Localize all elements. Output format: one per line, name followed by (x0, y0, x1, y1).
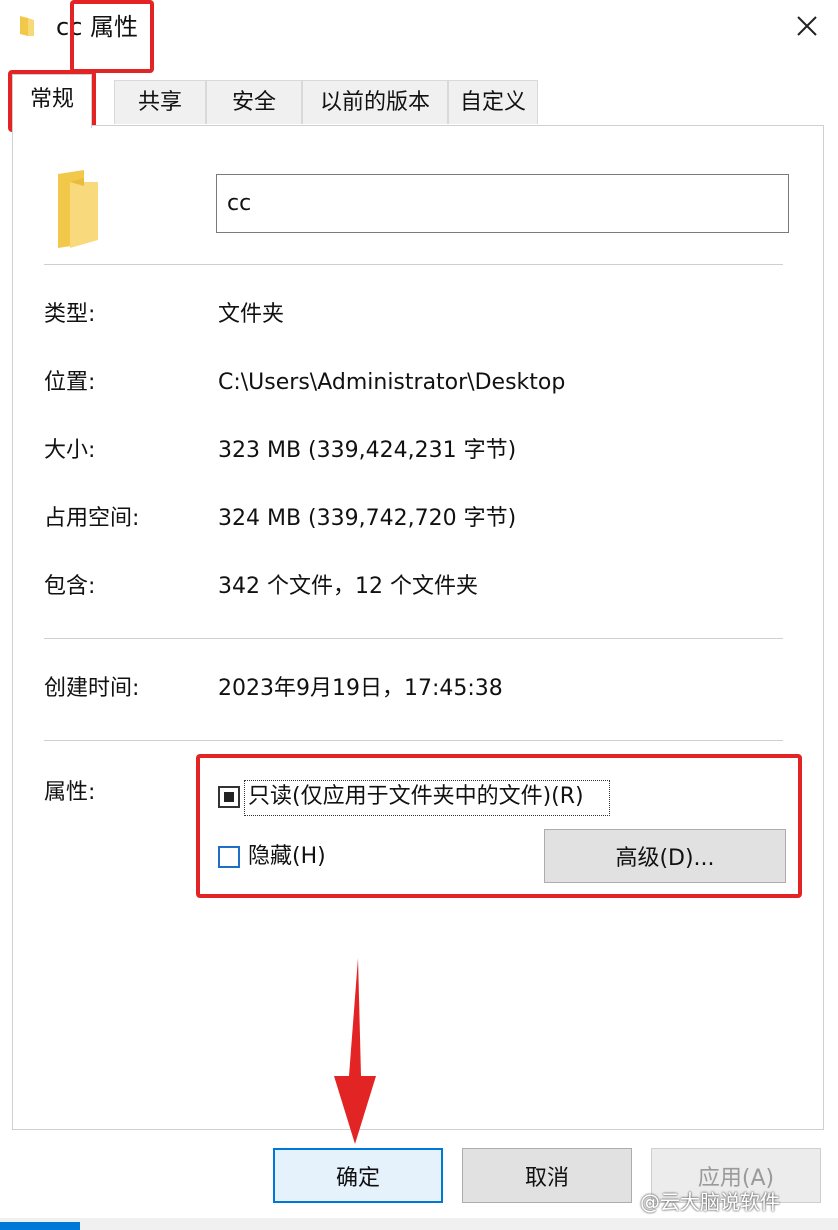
size-label: 大小: (44, 438, 96, 463)
tab-customize[interactable]: 自定义 (448, 80, 538, 124)
cancel-button[interactable]: 取消 (462, 1148, 632, 1203)
tab-previous-versions[interactable]: 以前的版本 (302, 80, 448, 124)
contains-label: 包含: (44, 574, 96, 599)
folder-icon (20, 16, 34, 36)
divider (44, 264, 783, 265)
created-label: 创建时间: (44, 676, 140, 701)
bottom-strip (0, 1218, 838, 1230)
general-panel (12, 125, 824, 1130)
location-label: 位置: (44, 370, 96, 395)
size-on-disk-label: 占用空间: (44, 506, 140, 531)
watermark: @云大脑说软件 (640, 1190, 780, 1214)
divider (44, 638, 783, 639)
folder-icon (58, 170, 98, 248)
taskbar-accent (0, 1222, 80, 1230)
close-icon (797, 16, 817, 36)
type-label: 类型: (44, 302, 96, 327)
title-bar: cc 属性 (0, 0, 838, 58)
tab-sharing[interactable]: 共享 (114, 80, 206, 124)
divider (44, 740, 783, 741)
ok-button[interactable]: 确定 (273, 1148, 443, 1203)
annotation-arrow (334, 958, 376, 1144)
window-title: cc 属性 (56, 13, 139, 41)
attributes-label: 属性: (44, 780, 96, 805)
readonly-checkbox[interactable] (218, 786, 240, 808)
tab-bar: 常规 共享 安全 以前的版本 自定义 (0, 74, 838, 128)
hidden-checkbox[interactable] (218, 846, 240, 868)
contains-value: 342 个文件，12 个文件夹 (218, 574, 478, 599)
folder-name-input[interactable] (216, 174, 789, 233)
hidden-label[interactable]: 隐藏(H) (248, 842, 326, 872)
tab-security[interactable]: 安全 (206, 80, 302, 124)
type-value: 文件夹 (218, 302, 285, 327)
tab-general[interactable]: 常规 (12, 74, 92, 128)
focus-indicator (244, 780, 610, 816)
advanced-button[interactable]: 高级(D)... (544, 829, 786, 883)
close-button[interactable] (785, 6, 829, 46)
created-value: 2023年9月19日，17:45:38 (218, 676, 503, 701)
size-value: 323 MB (339,424,231 字节) (218, 438, 517, 463)
size-on-disk-value: 324 MB (339,742,720 字节) (218, 506, 517, 531)
location-value: C:\Users\Administrator\Desktop (218, 370, 566, 395)
